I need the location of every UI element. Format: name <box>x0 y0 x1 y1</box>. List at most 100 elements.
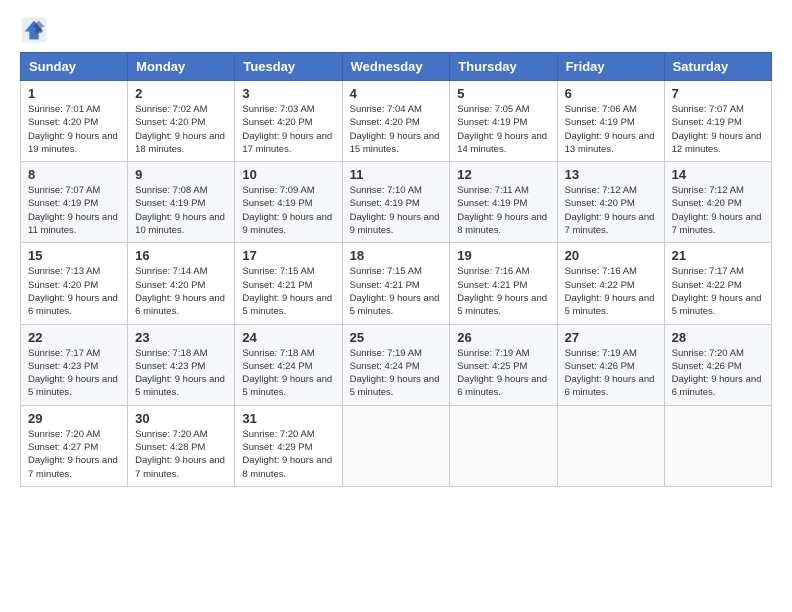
day-number: 21 <box>672 248 764 263</box>
calendar-week-row: 1 Sunrise: 7:01 AM Sunset: 4:20 PM Dayli… <box>21 81 772 162</box>
calendar-day-cell <box>342 405 450 486</box>
calendar-day-cell: 20 Sunrise: 7:16 AM Sunset: 4:22 PM Dayl… <box>557 243 664 324</box>
day-number: 18 <box>350 248 443 263</box>
calendar-day-cell: 3 Sunrise: 7:03 AM Sunset: 4:20 PM Dayli… <box>235 81 342 162</box>
day-number: 17 <box>242 248 334 263</box>
day-number: 22 <box>28 330 120 345</box>
day-number: 7 <box>672 86 764 101</box>
calendar-day-cell: 27 Sunrise: 7:19 AM Sunset: 4:26 PM Dayl… <box>557 324 664 405</box>
day-number: 3 <box>242 86 334 101</box>
calendar-day-cell: 31 Sunrise: 7:20 AM Sunset: 4:29 PM Dayl… <box>235 405 342 486</box>
calendar-day-cell: 11 Sunrise: 7:10 AM Sunset: 4:19 PM Dayl… <box>342 162 450 243</box>
day-info: Sunrise: 7:19 AM Sunset: 4:24 PM Dayligh… <box>350 347 443 400</box>
calendar-day-cell: 5 Sunrise: 7:05 AM Sunset: 4:19 PM Dayli… <box>450 81 557 162</box>
day-info: Sunrise: 7:15 AM Sunset: 4:21 PM Dayligh… <box>242 265 334 318</box>
day-of-week-header: Tuesday <box>235 53 342 81</box>
calendar-day-cell: 4 Sunrise: 7:04 AM Sunset: 4:20 PM Dayli… <box>342 81 450 162</box>
calendar-header-row: SundayMondayTuesdayWednesdayThursdayFrid… <box>21 53 772 81</box>
day-number: 30 <box>135 411 227 426</box>
day-info: Sunrise: 7:02 AM Sunset: 4:20 PM Dayligh… <box>135 103 227 156</box>
calendar-day-cell <box>664 405 771 486</box>
day-number: 6 <box>565 86 657 101</box>
calendar-day-cell: 8 Sunrise: 7:07 AM Sunset: 4:19 PM Dayli… <box>21 162 128 243</box>
day-number: 5 <box>457 86 549 101</box>
calendar-day-cell: 30 Sunrise: 7:20 AM Sunset: 4:28 PM Dayl… <box>128 405 235 486</box>
calendar-day-cell <box>557 405 664 486</box>
day-number: 26 <box>457 330 549 345</box>
day-number: 4 <box>350 86 443 101</box>
day-number: 15 <box>28 248 120 263</box>
day-number: 1 <box>28 86 120 101</box>
day-of-week-header: Monday <box>128 53 235 81</box>
day-number: 12 <box>457 167 549 182</box>
day-info: Sunrise: 7:08 AM Sunset: 4:19 PM Dayligh… <box>135 184 227 237</box>
day-info: Sunrise: 7:20 AM Sunset: 4:27 PM Dayligh… <box>28 428 120 481</box>
calendar-day-cell: 22 Sunrise: 7:17 AM Sunset: 4:23 PM Dayl… <box>21 324 128 405</box>
day-info: Sunrise: 7:17 AM Sunset: 4:23 PM Dayligh… <box>28 347 120 400</box>
calendar-day-cell: 1 Sunrise: 7:01 AM Sunset: 4:20 PM Dayli… <box>21 81 128 162</box>
logo-icon <box>20 16 48 44</box>
calendar-week-row: 8 Sunrise: 7:07 AM Sunset: 4:19 PM Dayli… <box>21 162 772 243</box>
day-of-week-header: Thursday <box>450 53 557 81</box>
day-number: 28 <box>672 330 764 345</box>
calendar-day-cell: 25 Sunrise: 7:19 AM Sunset: 4:24 PM Dayl… <box>342 324 450 405</box>
calendar-day-cell: 12 Sunrise: 7:11 AM Sunset: 4:19 PM Dayl… <box>450 162 557 243</box>
day-info: Sunrise: 7:15 AM Sunset: 4:21 PM Dayligh… <box>350 265 443 318</box>
day-number: 8 <box>28 167 120 182</box>
day-number: 25 <box>350 330 443 345</box>
day-info: Sunrise: 7:16 AM Sunset: 4:22 PM Dayligh… <box>565 265 657 318</box>
day-info: Sunrise: 7:09 AM Sunset: 4:19 PM Dayligh… <box>242 184 334 237</box>
day-info: Sunrise: 7:19 AM Sunset: 4:25 PM Dayligh… <box>457 347 549 400</box>
calendar-week-row: 29 Sunrise: 7:20 AM Sunset: 4:27 PM Dayl… <box>21 405 772 486</box>
calendar-table: SundayMondayTuesdayWednesdayThursdayFrid… <box>20 52 772 487</box>
day-info: Sunrise: 7:10 AM Sunset: 4:19 PM Dayligh… <box>350 184 443 237</box>
day-info: Sunrise: 7:17 AM Sunset: 4:22 PM Dayligh… <box>672 265 764 318</box>
day-info: Sunrise: 7:20 AM Sunset: 4:26 PM Dayligh… <box>672 347 764 400</box>
calendar-day-cell: 7 Sunrise: 7:07 AM Sunset: 4:19 PM Dayli… <box>664 81 771 162</box>
day-info: Sunrise: 7:03 AM Sunset: 4:20 PM Dayligh… <box>242 103 334 156</box>
day-number: 27 <box>565 330 657 345</box>
day-info: Sunrise: 7:20 AM Sunset: 4:29 PM Dayligh… <box>242 428 334 481</box>
day-number: 11 <box>350 167 443 182</box>
day-info: Sunrise: 7:19 AM Sunset: 4:26 PM Dayligh… <box>565 347 657 400</box>
day-of-week-header: Friday <box>557 53 664 81</box>
day-number: 24 <box>242 330 334 345</box>
calendar-week-row: 15 Sunrise: 7:13 AM Sunset: 4:20 PM Dayl… <box>21 243 772 324</box>
calendar-day-cell: 19 Sunrise: 7:16 AM Sunset: 4:21 PM Dayl… <box>450 243 557 324</box>
day-info: Sunrise: 7:11 AM Sunset: 4:19 PM Dayligh… <box>457 184 549 237</box>
calendar-day-cell: 26 Sunrise: 7:19 AM Sunset: 4:25 PM Dayl… <box>450 324 557 405</box>
calendar-day-cell <box>450 405 557 486</box>
day-number: 16 <box>135 248 227 263</box>
day-info: Sunrise: 7:20 AM Sunset: 4:28 PM Dayligh… <box>135 428 227 481</box>
day-number: 14 <box>672 167 764 182</box>
calendar-day-cell: 15 Sunrise: 7:13 AM Sunset: 4:20 PM Dayl… <box>21 243 128 324</box>
day-of-week-header: Saturday <box>664 53 771 81</box>
day-number: 20 <box>565 248 657 263</box>
day-info: Sunrise: 7:13 AM Sunset: 4:20 PM Dayligh… <box>28 265 120 318</box>
calendar-day-cell: 9 Sunrise: 7:08 AM Sunset: 4:19 PM Dayli… <box>128 162 235 243</box>
day-number: 23 <box>135 330 227 345</box>
calendar-day-cell: 29 Sunrise: 7:20 AM Sunset: 4:27 PM Dayl… <box>21 405 128 486</box>
day-of-week-header: Sunday <box>21 53 128 81</box>
day-info: Sunrise: 7:12 AM Sunset: 4:20 PM Dayligh… <box>672 184 764 237</box>
calendar-week-row: 22 Sunrise: 7:17 AM Sunset: 4:23 PM Dayl… <box>21 324 772 405</box>
day-number: 13 <box>565 167 657 182</box>
calendar-day-cell: 10 Sunrise: 7:09 AM Sunset: 4:19 PM Dayl… <box>235 162 342 243</box>
day-info: Sunrise: 7:18 AM Sunset: 4:23 PM Dayligh… <box>135 347 227 400</box>
calendar-day-cell: 2 Sunrise: 7:02 AM Sunset: 4:20 PM Dayli… <box>128 81 235 162</box>
day-info: Sunrise: 7:14 AM Sunset: 4:20 PM Dayligh… <box>135 265 227 318</box>
day-of-week-header: Wednesday <box>342 53 450 81</box>
day-info: Sunrise: 7:12 AM Sunset: 4:20 PM Dayligh… <box>565 184 657 237</box>
logo <box>20 16 52 44</box>
calendar-day-cell: 23 Sunrise: 7:18 AM Sunset: 4:23 PM Dayl… <box>128 324 235 405</box>
page-header <box>20 16 772 44</box>
calendar-day-cell: 28 Sunrise: 7:20 AM Sunset: 4:26 PM Dayl… <box>664 324 771 405</box>
calendar-day-cell: 18 Sunrise: 7:15 AM Sunset: 4:21 PM Dayl… <box>342 243 450 324</box>
day-info: Sunrise: 7:07 AM Sunset: 4:19 PM Dayligh… <box>672 103 764 156</box>
day-number: 10 <box>242 167 334 182</box>
day-number: 31 <box>242 411 334 426</box>
calendar-day-cell: 17 Sunrise: 7:15 AM Sunset: 4:21 PM Dayl… <box>235 243 342 324</box>
day-info: Sunrise: 7:06 AM Sunset: 4:19 PM Dayligh… <box>565 103 657 156</box>
day-number: 19 <box>457 248 549 263</box>
day-number: 9 <box>135 167 227 182</box>
